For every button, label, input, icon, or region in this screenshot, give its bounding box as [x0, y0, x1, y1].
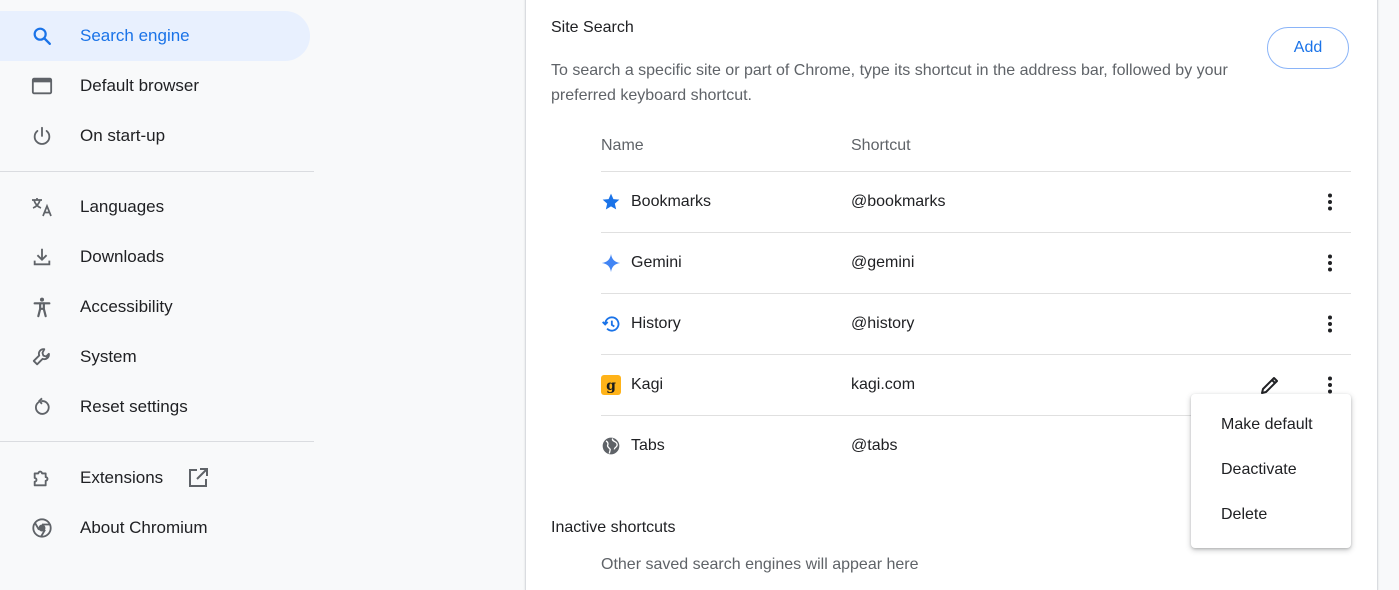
row-shortcut: @tabs: [851, 437, 898, 454]
sidebar-divider: [0, 171, 314, 172]
table-row: Bookmarks @bookmarks: [601, 172, 1351, 232]
add-button[interactable]: Add: [1267, 27, 1349, 69]
sidebar-item-label: About Chromium: [80, 518, 208, 537]
history-icon: [601, 314, 621, 334]
section-description: To search a specific site or part of Chr…: [551, 62, 1228, 104]
row-name: History: [631, 315, 681, 332]
sidebar-item-accessibility[interactable]: Accessibility: [0, 282, 310, 332]
wrench-icon: [30, 345, 54, 369]
row-shortcut: kagi.com: [851, 376, 916, 393]
translate-icon: [30, 195, 54, 219]
sidebar-item-about-chromium[interactable]: About Chromium: [0, 503, 310, 553]
more-actions-icon[interactable]: [1318, 190, 1342, 214]
search-icon: [30, 24, 54, 48]
row-name: Gemini: [631, 254, 682, 271]
more-actions-icon[interactable]: [1318, 312, 1342, 336]
sidebar-item-languages[interactable]: Languages: [0, 182, 310, 232]
menu-item-make-default[interactable]: Make default: [1191, 402, 1351, 447]
column-header-name: Name: [601, 137, 644, 154]
accessibility-icon: [30, 295, 54, 319]
sidebar-item-label: Languages: [80, 197, 165, 216]
inactive-shortcuts-description: Other saved search engines will appear h…: [601, 556, 919, 573]
row-shortcut: @gemini: [851, 254, 915, 271]
sidebar-item-label: Reset settings: [80, 397, 188, 416]
open-in-new-icon: [186, 466, 210, 490]
power-icon: [30, 124, 54, 148]
sidebar-item-extensions[interactable]: Extensions: [0, 453, 310, 503]
table-row: Gemini @gemini: [601, 233, 1351, 293]
table-row: History @history: [601, 294, 1351, 354]
svg-text:g: g: [606, 378, 616, 394]
row-shortcut: @bookmarks: [851, 193, 946, 210]
column-header-shortcut: Shortcut: [851, 137, 911, 154]
chromium-icon: [30, 516, 54, 540]
sidebar-item-reset-settings[interactable]: Reset settings: [0, 382, 310, 432]
sidebar-item-label: Default browser: [80, 76, 200, 95]
row-actions-menu: Make default Deactivate Delete: [1191, 394, 1351, 548]
sidebar-item-label: Search engine: [80, 26, 190, 45]
browser-window-icon: [30, 74, 54, 98]
kagi-logo-icon: g: [601, 375, 621, 395]
sidebar-item-on-startup[interactable]: On start-up: [0, 111, 310, 161]
sidebar-divider: [0, 441, 314, 442]
sidebar-item-system[interactable]: System: [0, 332, 310, 382]
more-actions-icon[interactable]: [1318, 251, 1342, 275]
globe-icon: [601, 436, 621, 456]
star-icon: [601, 192, 621, 212]
menu-item-delete[interactable]: Delete: [1191, 492, 1351, 537]
sidebar-item-label: Extensions: [80, 468, 164, 487]
sidebar-item-default-browser[interactable]: Default browser: [0, 61, 310, 111]
extension-icon: [30, 466, 54, 490]
row-shortcut: @history: [851, 315, 915, 332]
sidebar-item-label: Accessibility: [80, 297, 173, 316]
section-title: Site Search: [551, 19, 634, 36]
row-name: Bookmarks: [631, 193, 712, 210]
sidebar-item-label: Downloads: [80, 247, 165, 266]
sidebar-item-label: On start-up: [80, 126, 166, 145]
inactive-shortcuts-title: Inactive shortcuts: [551, 519, 676, 536]
menu-item-deactivate[interactable]: Deactivate: [1191, 447, 1351, 492]
sidebar-item-downloads[interactable]: Downloads: [0, 232, 310, 282]
settings-sidebar: Search engine Default browser On start-u…: [0, 0, 316, 566]
reset-icon: [30, 395, 54, 419]
sidebar-item-label: System: [80, 347, 137, 366]
row-name: Tabs: [631, 437, 665, 454]
download-icon: [30, 245, 54, 269]
row-name: Kagi: [631, 376, 664, 393]
sidebar-item-search-engine[interactable]: Search engine: [0, 11, 310, 61]
sparkle-icon: [601, 253, 621, 273]
